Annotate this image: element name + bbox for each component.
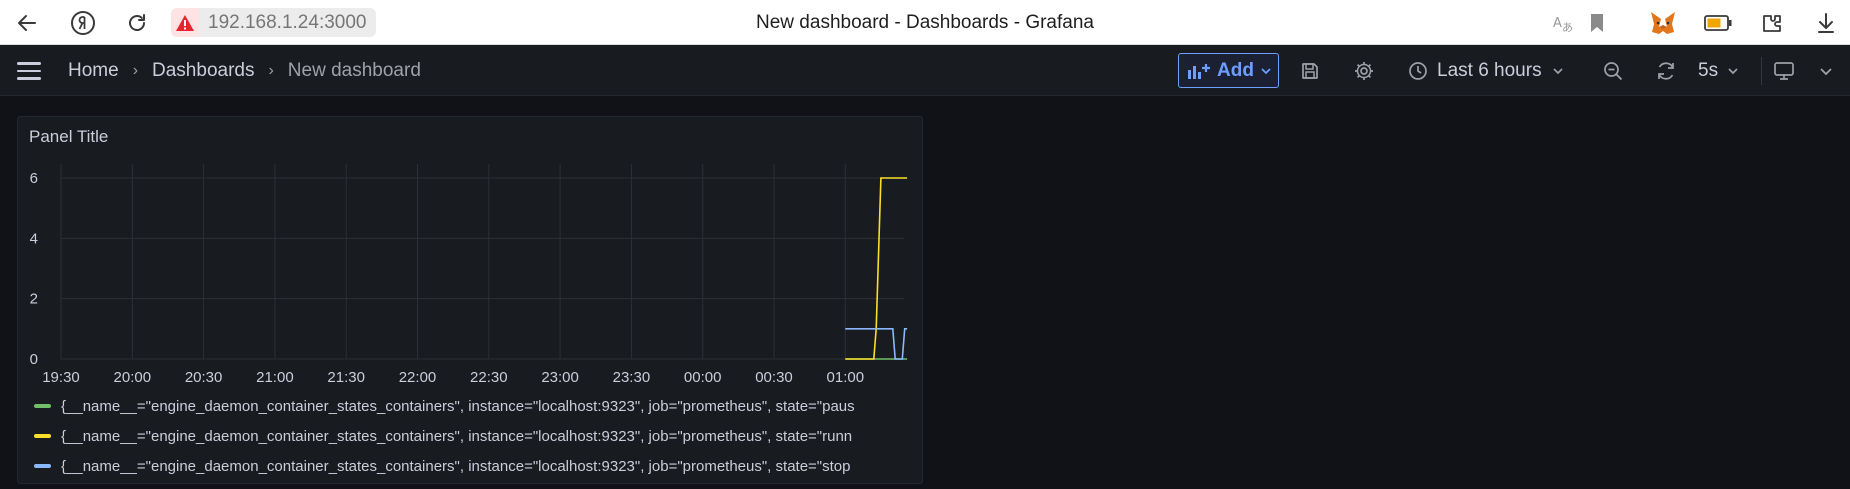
add-button[interactable]: Add [1178, 53, 1279, 88]
yandex-logo-icon[interactable] [66, 6, 100, 40]
add-button-label: Add [1217, 59, 1254, 81]
x-tick-label: 20:00 [114, 369, 152, 386]
clock-icon [1409, 62, 1427, 80]
x-tick-label: 23:30 [613, 369, 651, 386]
zoom-out-icon[interactable] [1597, 55, 1629, 87]
download-icon[interactable] [1809, 6, 1843, 40]
legend-label[interactable]: {__name__="engine_daemon_container_state… [61, 428, 914, 445]
chevron-down-icon [1552, 68, 1563, 75]
chevron-down-icon [1728, 68, 1738, 75]
address-text[interactable]: 192.168.1.24:3000 [199, 8, 376, 37]
extensions-icon[interactable] [1755, 6, 1789, 40]
legend-label[interactable]: {__name__="engine_daemon_container_state… [61, 398, 914, 415]
x-tick-label: 20:30 [185, 369, 223, 386]
chevron-right-icon: › [268, 61, 274, 79]
chevron-down-icon [1261, 67, 1271, 74]
browser-toolbar: 192.168.1.24:3000 New dashboard - Dashbo… [0, 0, 1850, 45]
menu-icon[interactable] [17, 58, 49, 84]
warning-icon[interactable] [171, 8, 199, 37]
breadcrumb-dashboards[interactable]: Dashboards [152, 60, 254, 82]
address-bar[interactable]: 192.168.1.24:3000 [171, 8, 376, 37]
add-panel-icon [1188, 63, 1210, 79]
x-tick-label: 19:30 [42, 369, 80, 386]
legend-item[interactable]: {__name__="engine_daemon_container_state… [34, 421, 914, 451]
legend-item[interactable]: {__name__="engine_daemon_container_state… [34, 451, 914, 481]
toolbar-divider [1761, 57, 1762, 85]
chart-legend: {__name__="engine_daemon_container_state… [34, 391, 914, 481]
series-line [845, 177, 908, 360]
y-tick-label: 6 [30, 170, 38, 187]
dashboard-settings-gear-icon[interactable] [1348, 55, 1380, 87]
chevron-right-icon: › [132, 61, 139, 79]
breadcrumb: Home › Dashboards › New dashboard [68, 45, 421, 96]
x-tick-label: 21:30 [327, 369, 365, 386]
x-tick-label: 22:30 [470, 369, 508, 386]
x-tick-label: 23:00 [541, 369, 579, 386]
grafana-top-nav: Home › Dashboards › New dashboard Add La… [0, 45, 1850, 96]
refresh-interval-picker[interactable]: 5s [1698, 54, 1740, 88]
legend-label[interactable]: {__name__="engine_daemon_container_state… [61, 458, 914, 475]
breadcrumb-current: New dashboard [287, 59, 421, 81]
metamask-fox-icon[interactable] [1646, 6, 1680, 40]
legend-swatch [34, 464, 51, 468]
y-tick-label: 2 [30, 291, 38, 308]
x-tick-label: 22:00 [399, 369, 437, 386]
chevron-down-icon[interactable] [1810, 55, 1842, 87]
battery-icon[interactable] [1701, 6, 1735, 40]
refresh-dashboard-icon[interactable] [1650, 55, 1682, 87]
reload-icon[interactable] [120, 6, 154, 40]
legend-swatch [34, 434, 51, 438]
legend-item[interactable]: {__name__="engine_daemon_container_state… [34, 391, 914, 421]
tv-mode-icon[interactable] [1768, 55, 1800, 87]
legend-swatch [34, 404, 51, 408]
translate-icon[interactable]: Aあ [1546, 6, 1580, 40]
bookmark-icon[interactable] [1580, 6, 1614, 40]
timeseries-chart[interactable]: 0 2 4 6 19:30 20:00 20:30 21:00 21:30 22:00 22:30 2… [18, 117, 924, 391]
save-dashboard-icon[interactable] [1294, 55, 1326, 87]
refresh-interval-label: 5s [1698, 60, 1719, 81]
back-icon[interactable] [10, 6, 44, 40]
x-tick-label: 21:00 [256, 369, 294, 386]
time-range-picker[interactable]: Last 6 hours [1408, 54, 1565, 88]
svg-text:あ: あ [1562, 21, 1573, 34]
x-tick-label: 00:00 [684, 369, 722, 386]
x-tick-label: 00:30 [755, 369, 793, 386]
y-tick-label: 4 [30, 230, 38, 247]
timeseries-panel[interactable]: Panel Title 0 2 4 6 19:30 20:00 20:30 21:00 21:3… [17, 116, 923, 484]
svg-text:A: A [1553, 16, 1562, 31]
y-tick-label: 0 [30, 351, 38, 368]
window-title: New dashboard - Dashboards - Grafana [756, 11, 1094, 33]
breadcrumb-home[interactable]: Home [68, 60, 119, 82]
x-tick-label: 01:00 [827, 369, 865, 386]
time-range-label: Last 6 hours [1437, 60, 1542, 81]
